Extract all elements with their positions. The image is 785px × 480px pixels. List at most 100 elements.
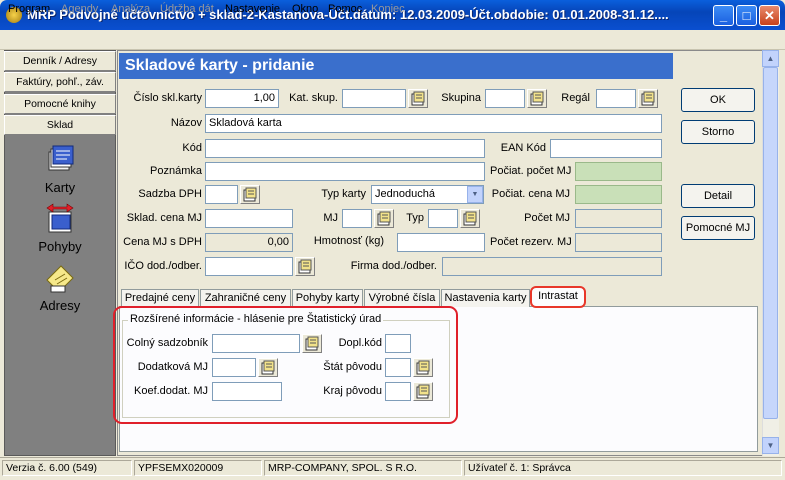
label-nazov: Názov <box>170 117 202 129</box>
tab-intrastat[interactable]: Intrastat <box>530 286 586 308</box>
label-sklad-cena: Sklad. cena MJ <box>126 212 202 224</box>
ok-button[interactable]: OK <box>681 88 755 112</box>
cislo-field[interactable]: 1,00 <box>205 89 279 108</box>
nav-pomocne-knihy[interactable]: Pomocné knihy <box>4 94 116 114</box>
label-pocet-rezerv: Počet rezerv. MJ <box>490 236 572 248</box>
colny-field[interactable] <box>212 334 300 353</box>
label-kraj: Kraj pôvodu <box>323 385 382 397</box>
nav-dennik-adresy[interactable]: Denník / Adresy <box>4 51 116 71</box>
minimize-button[interactable]: _ <box>713 5 734 26</box>
menu-program[interactable]: Program <box>8 3 50 15</box>
tab-zahranicne-ceny[interactable]: Zahraničné ceny <box>200 289 291 307</box>
menu-koniec[interactable]: Koniec <box>371 3 405 15</box>
menu-nastavenie[interactable]: Nastavenie <box>225 3 280 15</box>
addresses-icon[interactable] <box>43 262 77 294</box>
label-cislo: Číslo skl.karty <box>133 92 202 104</box>
form-header: Skladové karty - pridanie <box>119 53 673 79</box>
label-kod: Kód <box>182 142 202 154</box>
menu-analyza[interactable]: Analýza <box>111 3 150 15</box>
regal-field[interactable] <box>596 89 636 108</box>
skupina-field[interactable] <box>485 89 525 108</box>
nav-pohyby-label[interactable]: Pohyby <box>4 239 116 254</box>
label-typ-karty: Typ karty <box>321 188 366 200</box>
firma-field <box>442 257 662 276</box>
dodatkova-picker-icon[interactable] <box>258 358 278 377</box>
hmotnost-field[interactable] <box>397 233 485 252</box>
mj-field[interactable] <box>342 209 372 228</box>
typ-picker-icon[interactable] <box>460 209 480 228</box>
close-button[interactable]: ✕ <box>759 5 780 26</box>
dodatkova-field[interactable] <box>212 358 256 377</box>
kat-skup-picker-icon[interactable] <box>408 89 428 108</box>
label-kat-skup: Kat. skup. <box>289 92 338 104</box>
storno-button[interactable]: Storno <box>681 120 755 144</box>
menu-pomoc[interactable]: Pomoc <box>328 3 362 15</box>
menu-okno[interactable]: Okno <box>292 3 318 15</box>
regal-picker-icon[interactable] <box>638 89 658 108</box>
label-hmotnost: Hmotnosť (kg) <box>313 235 384 247</box>
menu-agendy[interactable]: Agendy <box>61 3 98 15</box>
status-company: MRP-COMPANY, SPOL. S R.O. <box>264 460 462 476</box>
kraj-field[interactable] <box>385 382 411 401</box>
label-dodatkova: Dodatková MJ <box>137 361 208 373</box>
stock-movements-icon[interactable] <box>43 202 77 234</box>
menu-bar <box>0 30 785 50</box>
label-typ: Typ <box>406 212 424 224</box>
tab-nastavenia-karty[interactable]: Nastavenia karty <box>441 289 530 307</box>
cena-dph-field: 0,00 <box>205 233 293 252</box>
tab-predajne-ceny[interactable]: Predajné ceny <box>121 289 199 307</box>
label-skupina: Skupina <box>441 92 481 104</box>
kat-skup-field[interactable] <box>342 89 406 108</box>
label-koef: Koef.dodat. MJ <box>134 385 208 397</box>
label-regal: Regál <box>561 92 590 104</box>
nav-sklad[interactable]: Sklad <box>4 115 116 135</box>
typ-field[interactable] <box>428 209 458 228</box>
pociat-cena-field[interactable] <box>575 185 662 204</box>
scroll-thumb[interactable] <box>763 67 778 419</box>
label-sadzba: Sadzba DPH <box>138 188 202 200</box>
nazov-field[interactable]: Skladová karta <box>205 114 662 133</box>
stat-field[interactable] <box>385 358 411 377</box>
mj-picker-icon[interactable] <box>374 209 394 228</box>
stock-cards-icon[interactable] <box>43 143 77 175</box>
kod-field[interactable] <box>205 139 485 158</box>
label-pociat-pocet: Počiat. počet MJ <box>490 165 572 177</box>
stat-picker-icon[interactable] <box>413 358 433 377</box>
pocet-rezerv-field <box>575 233 662 252</box>
nav-karty-label[interactable]: Karty <box>4 180 116 195</box>
sadzba-field[interactable] <box>205 185 238 204</box>
kraj-picker-icon[interactable] <box>413 382 433 401</box>
ico-picker-icon[interactable] <box>295 257 315 276</box>
label-stat: Štát pôvodu <box>323 361 382 373</box>
koef-field[interactable] <box>212 382 282 401</box>
menu-udrzba-dat[interactable]: Údržba dát <box>160 3 214 15</box>
dopl-field[interactable] <box>385 334 411 353</box>
label-dopl: Dopl.kód <box>338 337 382 349</box>
nav-adresy-label[interactable]: Adresy <box>4 298 116 313</box>
detail-button[interactable]: Detail <box>681 184 755 208</box>
pomocne-mj-button[interactable]: Pomocné MJ <box>681 216 755 240</box>
sklad-cena-field[interactable] <box>205 209 293 228</box>
chevron-down-icon[interactable]: ▼ <box>467 186 483 203</box>
scroll-up-icon[interactable]: ▲ <box>762 50 779 67</box>
tab-vyrobne-cisla[interactable]: Výrobné čísla <box>364 289 440 307</box>
label-cena-dph: Cena MJ s DPH <box>123 236 202 248</box>
colny-picker-icon[interactable] <box>302 334 322 353</box>
label-firma: Firma dod./odber. <box>350 260 437 272</box>
scroll-down-icon[interactable]: ▼ <box>762 437 779 454</box>
pociat-pocet-field[interactable] <box>575 162 662 181</box>
status-code: YPFSEMX020009 <box>134 460 262 476</box>
label-poznamka: Poznámka <box>150 165 202 177</box>
sadzba-picker-icon[interactable] <box>240 185 260 204</box>
maximize-button[interactable]: □ <box>736 5 757 26</box>
ico-field[interactable] <box>205 257 293 276</box>
status-user: Užívateľ č. 1: Správca <box>464 460 782 476</box>
nav-faktury[interactable]: Faktúry, pohľ., záv. <box>4 72 116 92</box>
poznamka-field[interactable] <box>205 162 485 181</box>
label-pocet-mj: Počet MJ <box>524 212 570 224</box>
status-version: Verzia č. 6.00 (549) <box>2 460 132 476</box>
tab-pohyby-karty[interactable]: Pohyby karty <box>292 289 363 307</box>
skupina-picker-icon[interactable] <box>527 89 547 108</box>
ean-field[interactable] <box>550 139 662 158</box>
label-colny: Colný sadzobník <box>126 337 208 349</box>
